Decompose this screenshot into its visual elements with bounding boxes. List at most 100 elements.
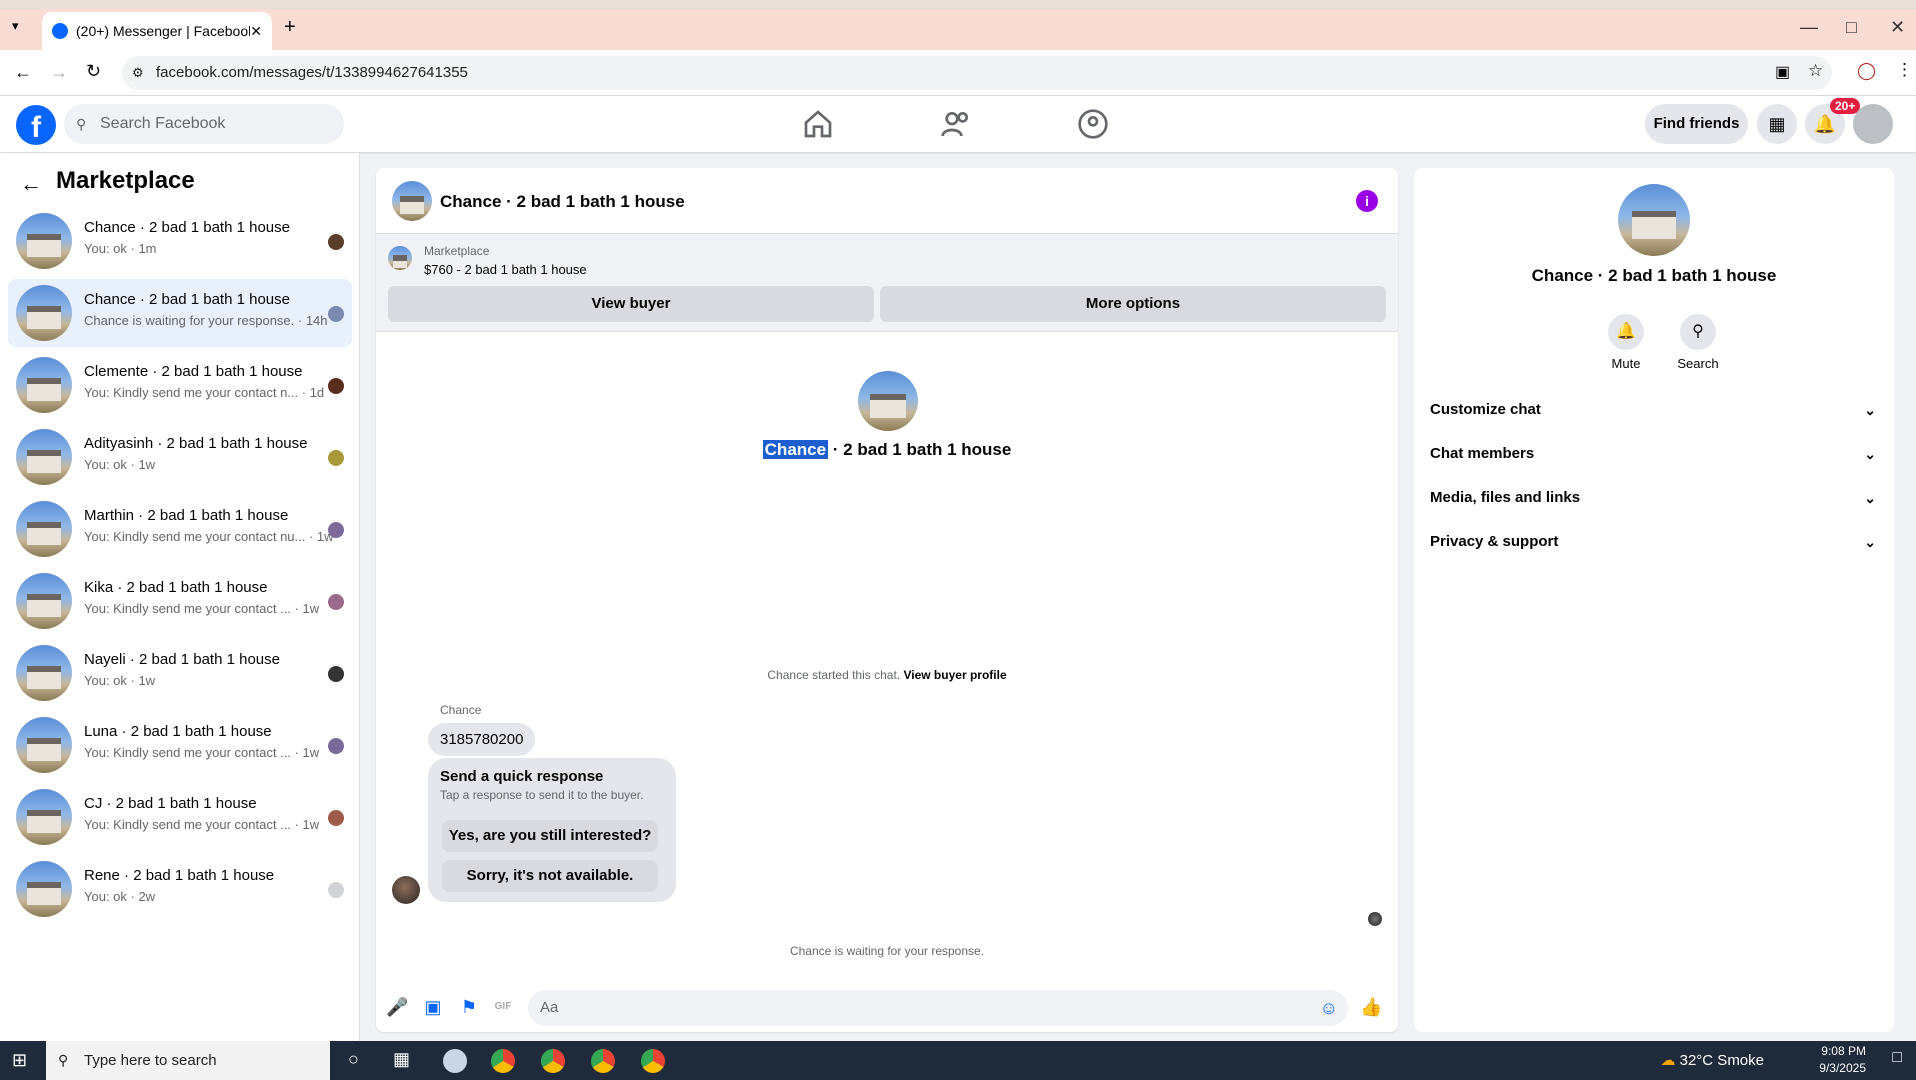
message-input[interactable]: Aa ☺ <box>528 990 1348 1026</box>
chat-members-row[interactable]: Chat members ⌄ <box>1414 436 1894 472</box>
listing-thumbnail <box>16 285 72 341</box>
friends-icon[interactable] <box>940 108 972 140</box>
new-tab-icon[interactable]: + <box>284 16 296 39</box>
facebook-search-input[interactable]: ⚲ Search Facebook <box>64 104 344 144</box>
browser-tab[interactable]: (20+) Messenger | Facebook ✕ <box>42 12 272 50</box>
profile-icon[interactable]: ◯ <box>1857 61 1876 81</box>
listing-thumbnail[interactable] <box>388 246 412 270</box>
quick-response-card: Send a quick response Tap a response to … <box>428 758 676 902</box>
bell-icon: 🔔 <box>1608 314 1644 350</box>
buyer-avatar <box>328 306 344 322</box>
mute-button[interactable]: 🔔 Mute <box>1596 314 1656 371</box>
home-icon[interactable] <box>802 108 834 140</box>
sender-avatar[interactable] <box>392 876 420 904</box>
selected-name-highlight: Chance <box>762 440 829 459</box>
buyer-avatar <box>328 810 344 826</box>
microphone-icon[interactable]: 🎤 <box>386 996 408 1018</box>
chat-center-title: Chance · 2 bad 1 bath 1 house <box>376 440 1398 460</box>
chrome-icon[interactable] <box>541 1049 565 1073</box>
quick-response-title: Send a quick response <box>440 768 604 785</box>
info-icon[interactable]: i <box>1356 190 1378 212</box>
chevron-down-icon: ⌄ <box>1864 534 1876 550</box>
thumbs-up-icon[interactable]: 👍 <box>1360 996 1382 1018</box>
customize-chat-row[interactable]: Customize chat ⌄ <box>1414 392 1894 428</box>
sender-name: Chance <box>440 703 482 717</box>
conversation-preview: You: ok · 1w <box>84 457 156 472</box>
conversation-item[interactable]: CJ · 2 bad 1 bath 1 house You: Kindly sen… <box>8 783 352 851</box>
photo-icon[interactable]: ▣ <box>422 996 444 1018</box>
url-field[interactable]: ⚙ facebook.com/messages/t/13389946276413… <box>122 56 1832 90</box>
search-icon: ⚲ <box>1680 314 1716 350</box>
listing-thumbnail <box>16 861 72 917</box>
conversation-name: Rene · 2 bad 1 bath 1 house <box>84 867 275 884</box>
message-placeholder: Aa <box>540 999 559 1016</box>
menu-grid-icon[interactable]: ▦ <box>1757 104 1797 144</box>
groups-icon[interactable] <box>1077 108 1109 140</box>
search-placeholder: Search Facebook <box>100 115 226 132</box>
search-icon: ⚲ <box>58 1052 69 1068</box>
weather-text[interactable]: 32°C Smoke <box>1680 1052 1764 1069</box>
mute-label: Mute <box>1611 356 1641 371</box>
minimize-icon[interactable]: — <box>1800 17 1818 38</box>
forward-icon[interactable]: → <box>50 62 68 83</box>
conversation-item[interactable]: Luna · 2 bad 1 bath 1 house You: Kindly s… <box>8 711 352 779</box>
conversation-item[interactable]: Chance · 2 bad 1 bath 1 house Chance is w… <box>8 279 352 347</box>
window-close-icon[interactable]: ✕ <box>1890 17 1905 38</box>
task-view-icon[interactable]: ▦ <box>393 1049 410 1070</box>
clock[interactable]: 9:08 PM 9/3/2025 <box>1819 1043 1866 1077</box>
chat-panel: Chance · 2 bad 1 bath 1 house i Marketpl… <box>376 168 1398 1032</box>
conversation-item[interactable]: Nayeli · 2 bad 1 bath 1 house You: ok · 1… <box>8 639 352 707</box>
back-icon[interactable]: ← <box>14 62 32 83</box>
browser-menu-icon[interactable]: ⋮ <box>1896 60 1913 80</box>
tab-close-icon[interactable]: ✕ <box>250 23 262 40</box>
quick-reply-not-available-button[interactable]: Sorry, it's not available. <box>442 860 658 892</box>
view-buyer-profile-link[interactable]: View buyer profile <box>903 668 1006 682</box>
conversation-name: Adityasinh · 2 bad 1 bath 1 house <box>84 435 308 452</box>
chat-thumbnail[interactable] <box>392 181 432 221</box>
browser-tab-bar: ▾ (20+) Messenger | Facebook ✕ + — □ ✕ <box>0 0 1916 50</box>
sticker-icon[interactable]: ⚑ <box>458 996 480 1018</box>
search-chat-button[interactable]: ⚲ Search <box>1668 314 1728 371</box>
chevron-down-icon: ⌄ <box>1864 402 1876 418</box>
privacy-support-row[interactable]: Privacy & support ⌄ <box>1414 524 1894 560</box>
notification-center-icon[interactable]: □ <box>1892 1049 1902 1067</box>
conversation-item[interactable]: Chance · 2 bad 1 bath 1 house You: ok · 1… <box>8 207 352 275</box>
view-buyer-button[interactable]: View buyer <box>388 286 874 322</box>
quick-reply-still-interested-button[interactable]: Yes, are you still interested? <box>442 820 658 852</box>
taskbar-search-input[interactable]: ⚲ Type here to search <box>46 1041 330 1080</box>
account-avatar[interactable] <box>1853 104 1893 144</box>
listing-thumbnail <box>16 573 72 629</box>
more-options-button[interactable]: More options <box>880 286 1386 322</box>
app-icon[interactable] <box>443 1049 467 1073</box>
bookmark-star-icon[interactable]: ☆ <box>1808 61 1823 81</box>
chrome-icon[interactable] <box>641 1049 665 1073</box>
site-info-icon[interactable]: ⚙ <box>132 56 144 90</box>
maximize-icon[interactable]: □ <box>1846 17 1857 38</box>
buyer-avatar <box>328 594 344 610</box>
chrome-icon[interactable] <box>591 1049 615 1073</box>
chat-title[interactable]: Chance · 2 bad 1 bath 1 house <box>440 192 685 212</box>
facebook-logo-icon[interactable]: f <box>16 105 56 145</box>
buyer-avatar <box>328 378 344 394</box>
cortana-icon[interactable]: ○ <box>348 1049 359 1070</box>
find-friends-button[interactable]: Find friends <box>1645 104 1748 144</box>
conversation-item[interactable]: Adityasinh · 2 bad 1 bath 1 house You: ok… <box>8 423 352 491</box>
buyer-avatar <box>328 738 344 754</box>
media-files-links-row[interactable]: Media, files and links ⌄ <box>1414 480 1894 516</box>
conversation-item[interactable]: Clemente · 2 bad 1 bath 1 house You: Kind… <box>8 351 352 419</box>
reload-icon[interactable]: ↻ <box>86 61 101 82</box>
listing-price[interactable]: $760 - 2 bad 1 bath 1 house <box>424 262 587 277</box>
tab-list-chevron-icon[interactable]: ▾ <box>12 18 19 34</box>
emoji-icon[interactable]: ☺ <box>1320 990 1338 1026</box>
install-icon[interactable]: ▣ <box>1775 62 1790 82</box>
quick-response-subtitle: Tap a response to send it to the buyer. <box>440 788 644 802</box>
conversation-name: Clemente · 2 bad 1 bath 1 house <box>84 363 303 380</box>
conversation-item[interactable]: Marthin · 2 bad 1 bath 1 house You: Kindl… <box>8 495 352 563</box>
chrome-icon[interactable] <box>491 1049 515 1073</box>
conversation-item[interactable]: Kika · 2 bad 1 bath 1 house You: Kindly s… <box>8 567 352 635</box>
back-arrow-icon[interactable]: ← <box>20 171 42 197</box>
gif-icon[interactable]: GIF <box>492 996 514 1018</box>
windows-start-icon[interactable]: ⊞ <box>12 1050 27 1071</box>
listing-thumbnail <box>16 645 72 701</box>
conversation-item[interactable]: Rene · 2 bad 1 bath 1 house You: ok · 2w <box>8 855 352 923</box>
